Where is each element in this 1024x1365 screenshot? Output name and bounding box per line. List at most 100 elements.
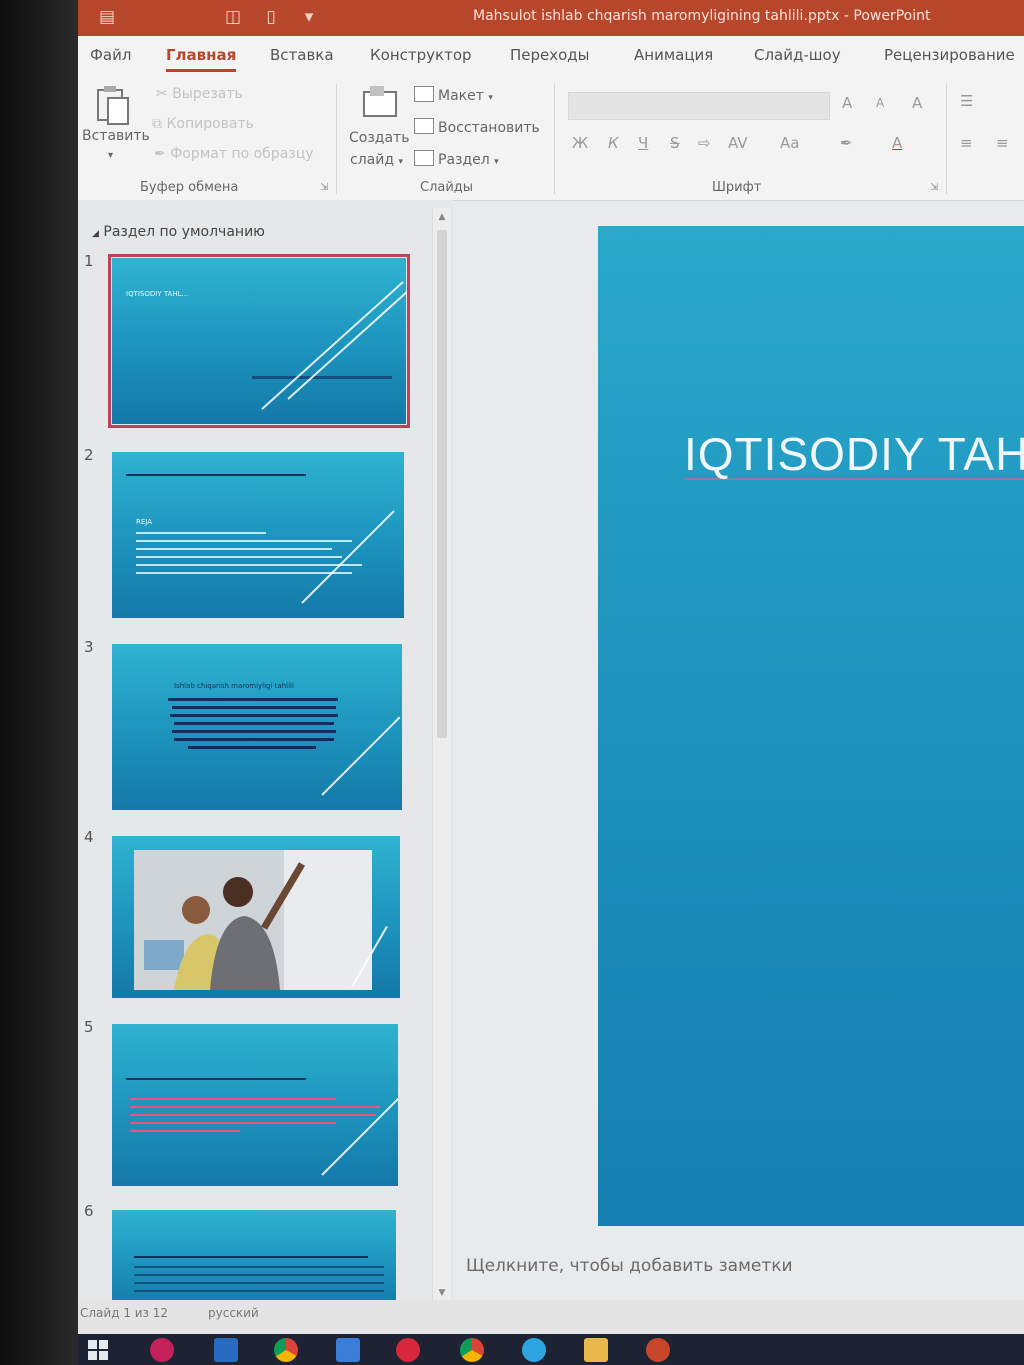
paste-dropdown-icon[interactable]: ▾: [108, 150, 113, 161]
telegram-icon[interactable]: [522, 1338, 546, 1362]
font-color-button[interactable]: A: [892, 134, 902, 152]
slide-thumbnail-1[interactable]: IQTISODIY TAHL...: [108, 254, 410, 428]
thumb-text-line: [130, 1130, 240, 1132]
thumbnails-scrollbar[interactable]: ▲ ▼: [432, 208, 451, 1302]
font-launcher-icon[interactable]: ⇲: [930, 182, 938, 193]
thumb-text-line: [136, 556, 342, 558]
group-separator: [946, 84, 947, 194]
decor-streak: [287, 284, 406, 400]
cut-icon: ✂: [156, 86, 173, 102]
decor-streak: [261, 281, 404, 410]
document-title: Mahsulot ishlab chqarish maromyligining …: [473, 8, 931, 24]
bold-button[interactable]: Ж: [572, 134, 588, 152]
tab-animations[interactable]: Анимация: [634, 46, 713, 64]
section-button[interactable]: Раздел ▾: [414, 150, 499, 168]
reset-button[interactable]: Восстановить: [414, 118, 540, 136]
tab-slideshow[interactable]: Слайд-шоу: [754, 46, 841, 64]
app-icon[interactable]: [150, 1338, 174, 1362]
slide-thumbnails-pane: ◢ Раздел по умолчанию 1 IQTISODIY TAHL..…: [78, 200, 453, 1300]
scroll-up-icon[interactable]: ▲: [433, 208, 451, 226]
chrome-icon[interactable]: [274, 1338, 298, 1362]
group-separator: [336, 84, 337, 194]
main-slide-canvas[interactable]: IQTISODIY TAHL: [598, 226, 1024, 1226]
tab-transitions[interactable]: Переходы: [510, 46, 590, 64]
shrink-font-icon[interactable]: A: [876, 96, 884, 110]
thumb-text-line: [136, 540, 352, 542]
tab-file[interactable]: Файл: [90, 46, 131, 64]
align-center-icon[interactable]: ≡: [996, 134, 1009, 152]
cut-button[interactable]: ✂ Вырезать: [156, 86, 243, 102]
thumb-text-line: [174, 738, 334, 741]
slide-thumbnail-4[interactable]: [112, 836, 400, 998]
new-slide-button[interactable]: Создать: [349, 130, 409, 146]
paste-icon[interactable]: [92, 84, 142, 125]
slide-thumbnail-5[interactable]: [112, 1024, 398, 1186]
notes-placeholder[interactable]: Щелкните, чтобы добавить заметки: [466, 1256, 793, 1276]
strikethrough-button[interactable]: S: [670, 134, 680, 152]
slide-photo-image: [134, 850, 372, 990]
new-file-icon[interactable]: ▯: [260, 6, 282, 28]
new-slide-label-2[interactable]: слайд ▾: [350, 152, 403, 168]
character-spacing-button[interactable]: AV: [728, 134, 748, 152]
chrome-icon[interactable]: [460, 1338, 484, 1362]
font-group-label: Шрифт: [712, 180, 762, 195]
title-bar: ▤ ◫ ▯ ▾ Mahsulot ishlab chqarish maromyl…: [78, 0, 1024, 36]
windows-start-icon[interactable]: [88, 1340, 108, 1360]
chevron-down-icon: ▾: [488, 93, 493, 103]
italic-button[interactable]: К: [608, 134, 619, 152]
slide-title[interactable]: IQTISODIY TAHL: [684, 430, 1024, 480]
thumb-text-line: [130, 1106, 380, 1108]
thumb-text-line: [172, 730, 336, 733]
section-header[interactable]: ◢ Раздел по умолчанию: [92, 224, 265, 240]
underline-button[interactable]: Ч: [638, 134, 648, 152]
paste-button[interactable]: Вставить: [82, 128, 150, 144]
highlight-icon[interactable]: ✒: [840, 134, 853, 152]
tab-insert[interactable]: Вставка: [270, 46, 334, 64]
customize-icon[interactable]: ▾: [298, 6, 320, 28]
opera-icon[interactable]: [396, 1338, 420, 1362]
slide-thumbnail-2[interactable]: REJA: [112, 452, 404, 618]
powerpoint-icon[interactable]: [646, 1338, 670, 1362]
copy-button[interactable]: ⧉ Копировать: [152, 116, 254, 132]
slide-thumbnail-3[interactable]: Ishlab chiqarish maromiyligi tahlili: [112, 644, 402, 810]
grow-font-icon[interactable]: A: [842, 94, 852, 112]
scrollbar-thumb[interactable]: [437, 230, 447, 738]
slide-number: 5: [84, 1018, 94, 1036]
ribbon-tabs: Файл Главная Вставка Конструктор Переход…: [78, 36, 1024, 76]
file-explorer-icon[interactable]: [584, 1338, 608, 1362]
save-icon[interactable]: ▤: [96, 6, 118, 28]
thumb-text-line: [168, 698, 338, 701]
present-icon[interactable]: ◫: [222, 6, 244, 28]
clipboard-group-label: Буфер обмена: [140, 180, 239, 195]
bullets-icon[interactable]: ☰: [960, 92, 973, 110]
tab-home[interactable]: Главная: [166, 46, 237, 72]
thumb-text-line: [130, 1114, 376, 1116]
thumb-text-line: [174, 722, 334, 725]
thumb-heading-line: [126, 1078, 306, 1080]
format-painter-button[interactable]: ✒ Формат по образцу: [154, 146, 314, 162]
copy-icon: ⧉: [152, 116, 167, 132]
align-left-icon[interactable]: ≡: [960, 134, 973, 152]
powerpoint-window: ▤ ◫ ▯ ▾ Mahsulot ishlab chqarish maromyl…: [78, 0, 1024, 1365]
thumb-text-line: [134, 1266, 384, 1268]
slide-number: 6: [84, 1202, 94, 1220]
language-indicator[interactable]: русский: [208, 1306, 259, 1320]
new-slide-icon[interactable]: [360, 82, 400, 126]
calculator-icon[interactable]: [214, 1338, 238, 1362]
thumb-text-line: [170, 714, 338, 717]
layout-button[interactable]: Макет ▾: [414, 86, 493, 104]
thumb-text-line: [130, 1122, 336, 1124]
clear-formatting-icon[interactable]: A: [912, 94, 922, 112]
chevron-down-icon: ▾: [398, 157, 403, 167]
store-icon[interactable]: [336, 1338, 360, 1362]
clipboard-launcher-icon[interactable]: ⇲: [320, 182, 328, 193]
thumb-text-line: [136, 548, 332, 550]
thumb-title: REJA: [136, 518, 153, 526]
change-case-button[interactable]: Aa: [780, 134, 799, 152]
tab-review[interactable]: Рецензирование: [884, 46, 1015, 64]
slide-thumbnail-6[interactable]: [112, 1210, 396, 1300]
font-name-box[interactable]: [568, 92, 830, 120]
slides-group-label: Слайды: [420, 180, 474, 195]
tab-design[interactable]: Конструктор: [370, 46, 472, 64]
shadow-icon[interactable]: ⇨: [698, 134, 711, 152]
